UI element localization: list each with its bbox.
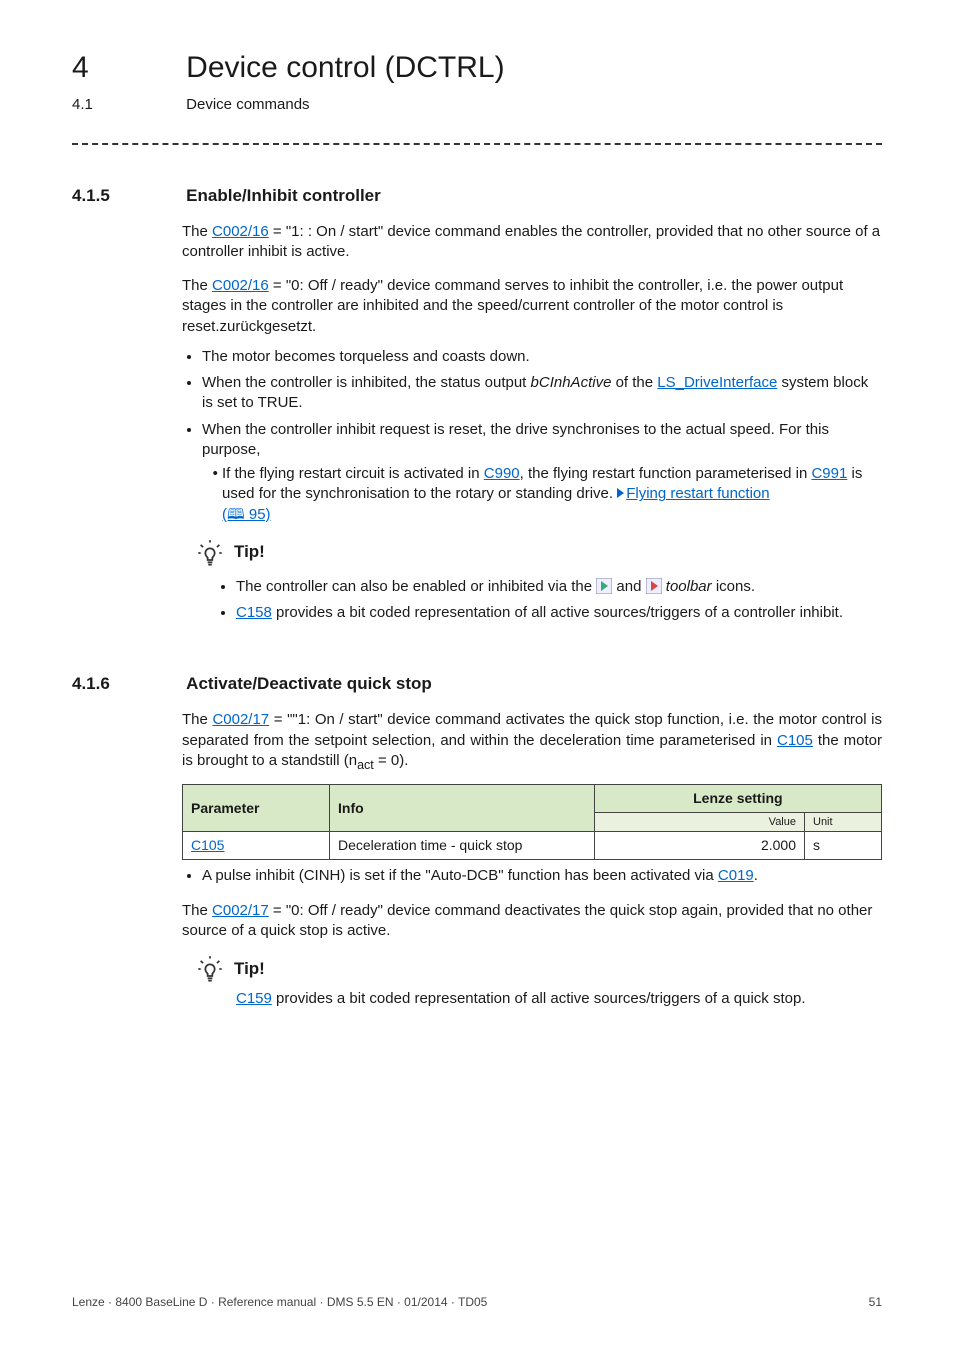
text: = "1: : On / start" device command enabl… — [182, 223, 880, 260]
text: , the flying restart function parameteri… — [520, 465, 812, 482]
divider — [72, 143, 882, 145]
paragraph: The C002/17 = "0: Off / ready" device co… — [182, 901, 882, 942]
parameter-table: Parameter Info Lenze setting Value Unit … — [182, 784, 882, 861]
paragraph: The C002/16 = "1: : On / start" device c… — [182, 222, 882, 263]
tip-label: Tip! — [234, 541, 265, 564]
list-item: The controller can also be enabled or in… — [236, 577, 882, 597]
th-lenze: Lenze setting — [594, 784, 881, 812]
list-item: When the controller is inhibited, the st… — [202, 373, 882, 414]
list-item: A pulse inhibit (CINH) is set if the "Au… — [202, 866, 882, 886]
bullet-list: The motor becomes torqueless and coasts … — [182, 347, 882, 525]
text: = 0). — [374, 752, 409, 769]
lightbulb-icon — [196, 539, 224, 567]
subchapter-number: 4.1 — [72, 95, 182, 115]
link-c105[interactable]: C105 — [777, 732, 813, 749]
arrow-icon — [617, 488, 624, 498]
link-c019[interactable]: C019 — [718, 867, 754, 884]
text: The controller can also be enabled or in… — [236, 578, 596, 595]
section-416: 4.1.6 Activate/Deactivate quick stop The… — [72, 673, 882, 1009]
text: = "0: Off / ready" device command deacti… — [182, 902, 872, 939]
text-italic: toolbar — [666, 578, 712, 595]
note-list: A pulse inhibit (CINH) is set if the "Au… — [182, 866, 882, 886]
subchapter-row: 4.1 Device commands — [72, 95, 882, 115]
link-c105-cell[interactable]: C105 — [191, 837, 224, 853]
link-flying-restart[interactable]: Flying restart function — [626, 485, 769, 502]
th-info: Info — [330, 784, 595, 832]
tip-block: Tip! C159 provides a bit coded represent… — [182, 955, 882, 1009]
text: A pulse inhibit (CINH) is set if the "Au… — [202, 867, 718, 884]
text: . — [754, 867, 758, 884]
text-italic: bCInhActive — [531, 374, 612, 391]
footer-page-number: 51 — [869, 1294, 882, 1310]
section-number: 4.1.6 — [72, 673, 182, 696]
link-c002-17[interactable]: C002/17 — [212, 711, 269, 728]
link-ls-driveinterface[interactable]: LS_DriveInterface — [657, 374, 777, 391]
th-value: Value — [594, 812, 804, 832]
cell-unit: s — [805, 832, 882, 860]
section-number: 4.1.5 — [72, 185, 182, 208]
link-c002-17[interactable]: C002/17 — [212, 902, 269, 919]
text: When the controller is inhibited, the st… — [202, 374, 531, 391]
cell-info: Deceleration time - quick stop — [330, 832, 595, 860]
text: The — [182, 277, 212, 294]
tip-label: Tip! — [234, 958, 265, 981]
list-item: C158 provides a bit coded representation… — [236, 603, 882, 623]
subscript: act — [357, 758, 374, 772]
text: and — [616, 578, 645, 595]
th-parameter: Parameter — [183, 784, 330, 832]
page-footer: Lenze · 8400 BaseLine D · Reference manu… — [72, 1294, 882, 1310]
link-c158[interactable]: C158 — [236, 604, 272, 621]
list-item: When the controller inhibit request is r… — [202, 420, 882, 525]
tip-text: C159 provides a bit coded representation… — [236, 989, 882, 1009]
link-c159[interactable]: C159 — [236, 990, 272, 1007]
text: provides a bit coded representation of a… — [272, 604, 843, 621]
th-unit: Unit — [805, 812, 882, 832]
link-c002-16[interactable]: C002/16 — [212, 223, 269, 240]
text: When the controller inhibit request is r… — [202, 421, 829, 458]
text: = "0: Off / ready" device command serves… — [182, 277, 843, 335]
text: of the — [611, 374, 657, 391]
footer-left: Lenze · 8400 BaseLine D · Reference manu… — [72, 1294, 487, 1310]
paragraph: The C002/17 = ""1: On / start" device co… — [182, 710, 882, 773]
text: The — [182, 223, 212, 240]
chapter-number: 4 — [72, 48, 182, 89]
link-c991[interactable]: C991 — [811, 465, 847, 482]
paragraph: The C002/16 = "0: Off / ready" device co… — [182, 276, 882, 337]
chapter-title: Device control (DCTRL) — [186, 48, 504, 89]
text: provides a bit coded representation of a… — [272, 990, 806, 1007]
text: If the flying restart circuit is activat… — [222, 465, 484, 482]
inhibit-icon — [646, 578, 662, 594]
section-title: Activate/Deactivate quick stop — [186, 674, 432, 693]
text: The motor becomes torqueless and coasts … — [202, 348, 530, 365]
link-page-95[interactable]: (🕮 95) — [222, 506, 271, 523]
section-title: Enable/Inhibit controller — [186, 186, 381, 205]
tip-list: The controller can also be enabled or in… — [216, 577, 882, 624]
link-c002-16[interactable]: C002/16 — [212, 277, 269, 294]
text: The — [182, 902, 212, 919]
text: icons. — [712, 578, 755, 595]
section-415: 4.1.5 Enable/Inhibit controller The C002… — [72, 185, 882, 624]
subchapter-title: Device commands — [186, 96, 309, 113]
cell-value: 2.000 — [594, 832, 804, 860]
list-item: If the flying restart circuit is activat… — [222, 464, 882, 525]
enable-icon — [596, 578, 612, 594]
text: The — [182, 711, 212, 728]
link-c990[interactable]: C990 — [484, 465, 520, 482]
list-item: The motor becomes torqueless and coasts … — [202, 347, 882, 367]
sub-bullet-list: If the flying restart circuit is activat… — [202, 464, 882, 525]
lightbulb-icon — [196, 955, 224, 983]
chapter-row: 4 Device control (DCTRL) — [72, 48, 882, 89]
tip-block: Tip! The controller can also be enabled … — [182, 539, 882, 624]
table-row: C105 Deceleration time - quick stop 2.00… — [183, 832, 882, 860]
